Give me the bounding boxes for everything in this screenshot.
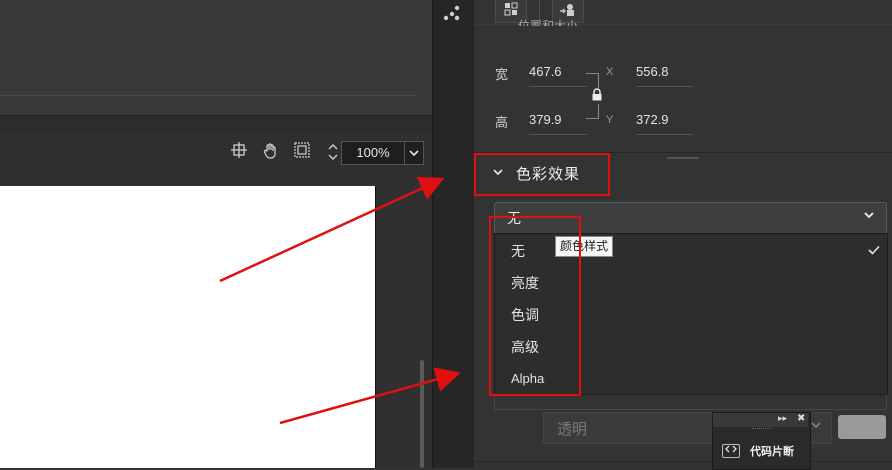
x-underline [636, 86, 693, 87]
code-snippet-icon[interactable] [722, 444, 740, 458]
height-underline [529, 134, 587, 135]
stage-canvas[interactable] [0, 186, 376, 468]
vertical-resize-icon[interactable] [323, 142, 343, 162]
x-field[interactable]: 556.8 [636, 64, 669, 79]
crosshair-icon[interactable] [229, 142, 249, 162]
width-label: 宽 [495, 67, 509, 82]
hand-icon[interactable] [261, 142, 281, 162]
collapse-panel-icon[interactable]: ▸▸ [778, 413, 787, 424]
height-field[interactable]: 379.9 [529, 112, 562, 127]
close-icon[interactable]: ✖ [797, 413, 805, 424]
lock-bracket-bottom [586, 104, 599, 119]
timeline-strip [0, 115, 432, 135]
zoom-dropdown-button[interactable] [404, 141, 424, 165]
annotation-box-options [489, 216, 581, 396]
chevron-down-icon[interactable] [810, 420, 822, 434]
position-size-title: 位置和大小 [518, 19, 579, 26]
width-field[interactable]: 467.6 [529, 64, 562, 79]
alpha-input-placeholder: 透明 [557, 421, 588, 438]
lock-icon[interactable] [590, 88, 604, 102]
color-swatch-button[interactable] [838, 415, 886, 439]
lock-bracket-top [586, 73, 599, 88]
timeline-area [0, 0, 432, 115]
code-snippets-panel-header[interactable] [713, 413, 808, 427]
panel-options-icon[interactable] [442, 4, 462, 24]
section-resize-handle[interactable] [667, 157, 699, 159]
x-label: X [606, 66, 614, 78]
checkmark-icon [868, 243, 880, 258]
y-field[interactable]: 372.9 [636, 112, 669, 127]
clip-icon[interactable] [292, 142, 312, 162]
width-underline [529, 86, 587, 87]
effect-field-frame [494, 395, 887, 410]
y-underline [636, 134, 693, 135]
code-snippets-label[interactable]: 代码片断 [750, 443, 794, 459]
panel-dock-strip [432, 0, 475, 468]
section-divider-bottom [474, 461, 892, 462]
annotation-box-title [474, 153, 610, 196]
timeline-divider [0, 95, 416, 96]
y-label: Y [606, 114, 614, 126]
vertical-scrollbar[interactable] [420, 360, 424, 468]
chevron-down-icon[interactable] [862, 209, 876, 223]
zoom-input[interactable]: 100% [341, 141, 405, 165]
panel-grip[interactable] [752, 428, 772, 433]
height-label: 高 [495, 115, 509, 130]
